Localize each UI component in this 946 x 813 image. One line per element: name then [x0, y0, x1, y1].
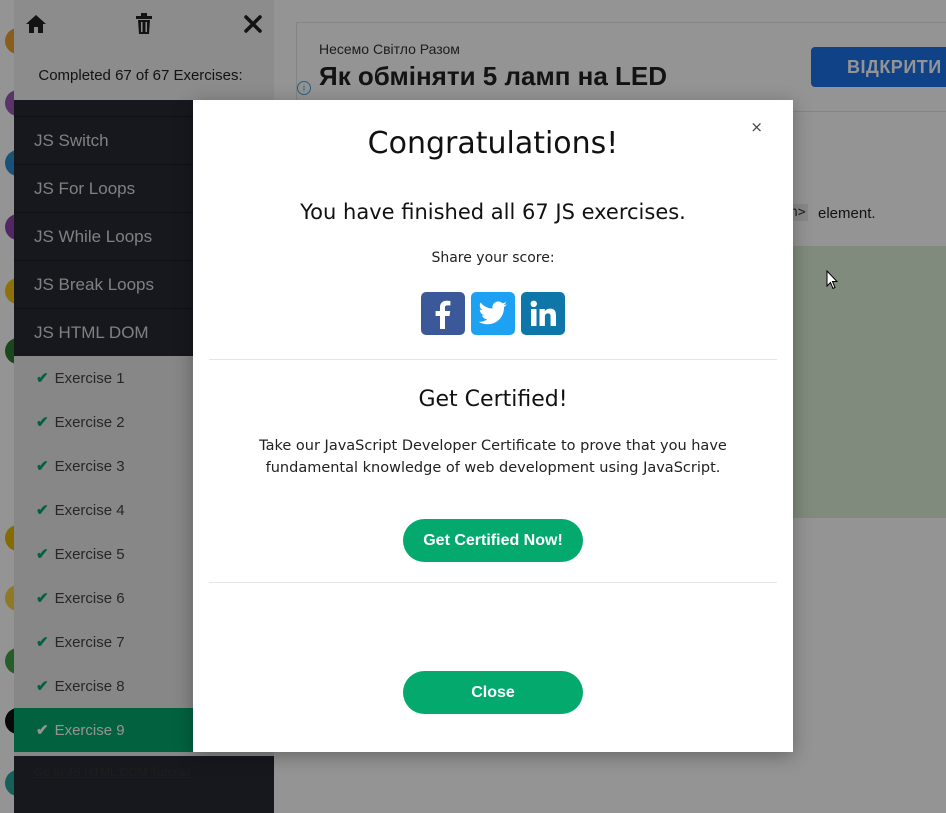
- share-label: Share your score:: [431, 250, 555, 266]
- cursor-icon: [826, 270, 838, 290]
- close-button[interactable]: Close: [403, 671, 583, 714]
- congratulations-modal: × Congratulations! You have finished all…: [193, 100, 793, 752]
- get-certified-button[interactable]: Get Certified Now!: [403, 519, 583, 562]
- modal-title: Congratulations!: [367, 126, 619, 161]
- finished-text: You have finished all 67 JS exercises.: [300, 200, 686, 224]
- cert-description: Take our JavaScript Developer Certificat…: [259, 438, 727, 476]
- cert-title: Get Certified!: [418, 387, 568, 412]
- twitter-icon[interactable]: [471, 292, 515, 335]
- facebook-icon[interactable]: [421, 292, 465, 335]
- divider: [209, 359, 777, 360]
- linkedin-icon[interactable]: [521, 292, 565, 335]
- divider: [209, 582, 777, 583]
